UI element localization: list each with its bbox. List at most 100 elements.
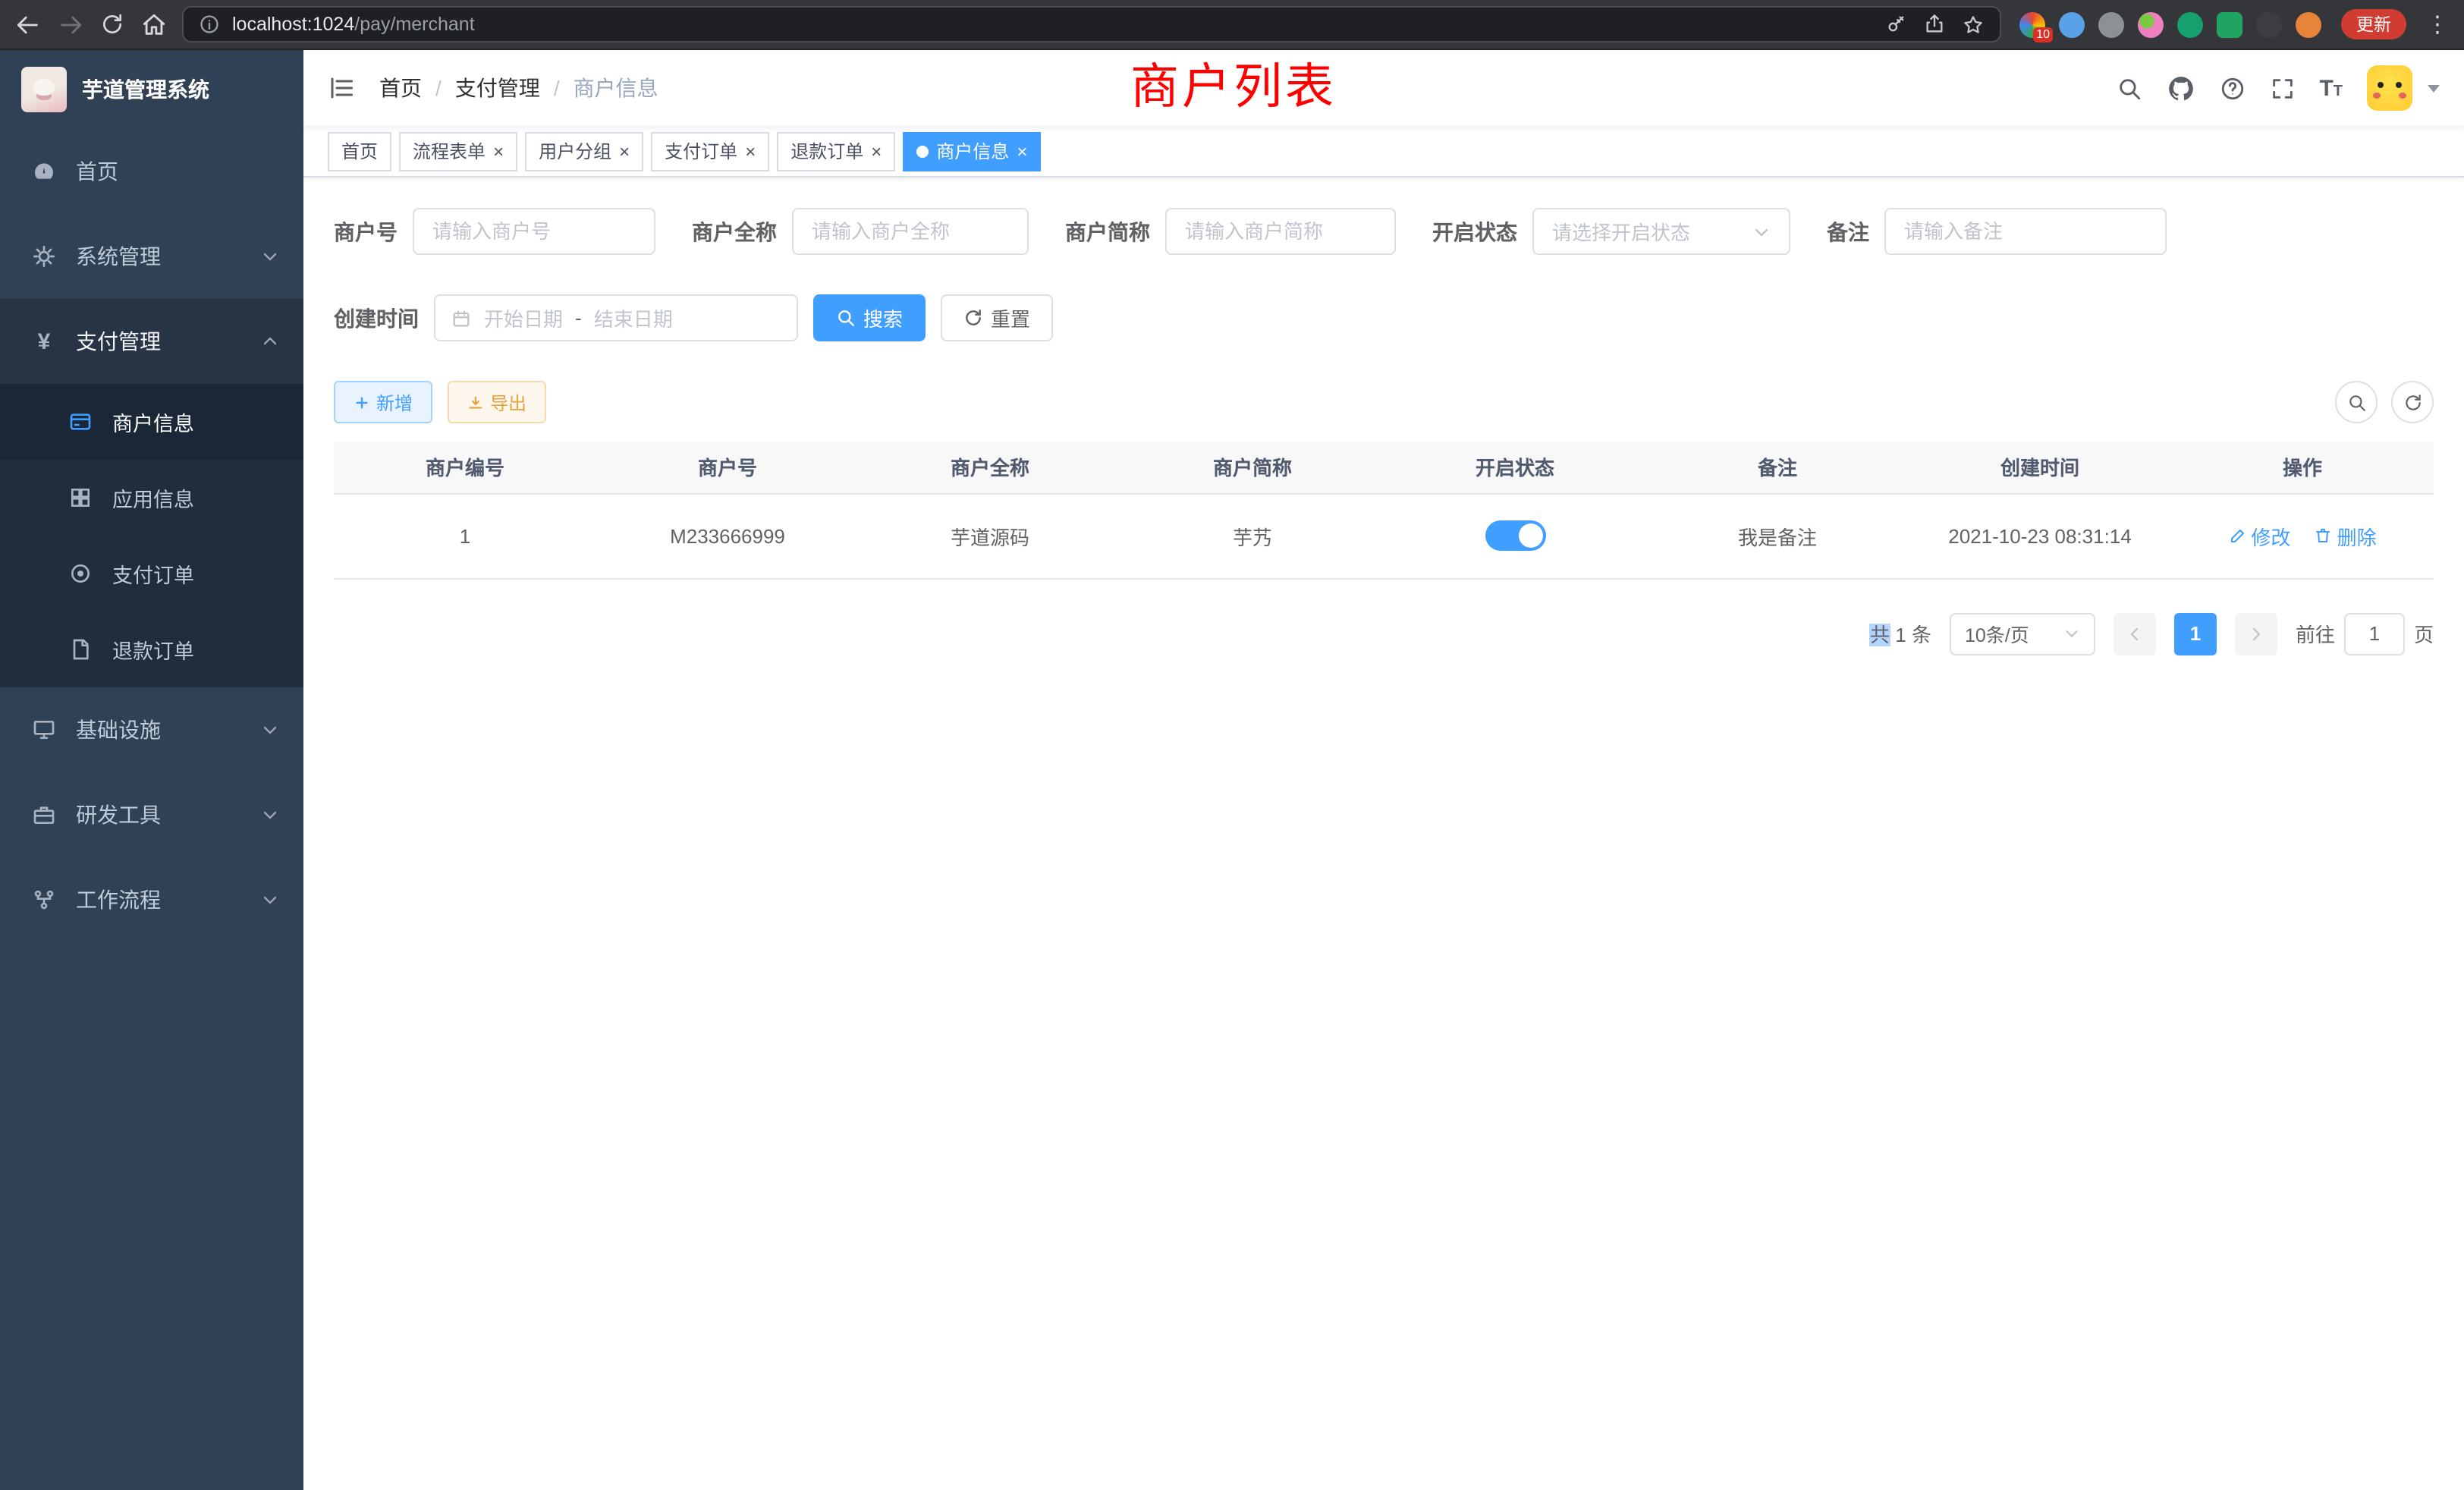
dashboard-icon	[30, 159, 58, 184]
tab-close-icon[interactable]: ×	[619, 142, 630, 160]
url-text: localhost:1024/pay/merchant	[232, 14, 1874, 35]
extension-gray-icon[interactable]	[2098, 11, 2124, 37]
status-toggle[interactable]	[1485, 520, 1545, 551]
sidebar-item-refund-order[interactable]: 退款订单	[0, 611, 303, 687]
key-icon[interactable]	[1886, 14, 1907, 35]
hamburger-icon[interactable]	[328, 74, 355, 102]
col-header: 操作	[2171, 442, 2434, 493]
extension-green-icon[interactable]	[2177, 11, 2203, 37]
goto-page-input[interactable]	[2344, 612, 2405, 655]
avatar[interactable]	[2367, 65, 2412, 111]
tab-close-icon[interactable]: ×	[1017, 142, 1027, 160]
edit-icon	[2228, 527, 2246, 545]
share-icon[interactable]	[1924, 14, 1945, 35]
remark-input[interactable]	[1884, 208, 2167, 255]
tab-close-icon[interactable]: ×	[493, 142, 504, 160]
url-host: localhost:1024	[232, 14, 354, 35]
forward-icon[interactable]	[58, 11, 83, 37]
tab-process-form[interactable]: 流程表单 ×	[399, 131, 517, 171]
extension-square-icon[interactable]	[2217, 11, 2242, 37]
breadcrumb-separator: /	[435, 76, 442, 100]
refresh-icon	[963, 308, 983, 328]
toggle-search-button[interactable]	[2335, 381, 2378, 423]
toggle-knob	[1518, 523, 1542, 548]
tab-user-group[interactable]: 用户分组 ×	[525, 131, 643, 171]
tab-home[interactable]: 首页	[328, 131, 391, 171]
status-select[interactable]: 请选择开启状态	[1532, 208, 1790, 255]
tab-pay-order[interactable]: 支付订单 ×	[651, 131, 769, 171]
breadcrumb-home[interactable]: 首页	[379, 73, 422, 103]
extension-orange-icon[interactable]	[2296, 11, 2321, 37]
sidebar-item-workflow[interactable]: 工作流程	[0, 857, 303, 942]
sidebar-item-app-info[interactable]: 应用信息	[0, 460, 303, 536]
search-button[interactable]: 搜索	[813, 294, 926, 341]
bookmark-icon[interactable]	[1962, 13, 1985, 36]
prev-page-button[interactable]	[2114, 612, 2156, 655]
search-form-row-2: 创建时间 开始日期 - 结束日期 搜索 重置	[334, 294, 2434, 341]
search-icon[interactable]	[2116, 75, 2142, 101]
fullscreen-icon[interactable]	[2269, 75, 2295, 101]
refresh-icon	[2403, 392, 2422, 412]
reset-button[interactable]: 重置	[941, 294, 1053, 341]
tab-refund-order[interactable]: 退款订单 ×	[777, 131, 895, 171]
browser-update-button[interactable]: 更新	[2341, 9, 2406, 39]
info-icon[interactable]	[199, 14, 220, 35]
pagination: 共 1 条 10条/页 1 前往 页	[334, 612, 2434, 655]
add-button[interactable]: 新增	[334, 381, 432, 423]
export-button[interactable]: 导出	[448, 381, 546, 423]
breadcrumb-payment[interactable]: 支付管理	[455, 73, 540, 103]
breadcrumb-separator: /	[554, 76, 560, 100]
cell-merchant-no: M233666999	[596, 493, 859, 578]
caret-down-icon[interactable]	[2428, 84, 2440, 92]
sidebar-item-dev-tools[interactable]: 研发工具	[0, 772, 303, 857]
github-icon[interactable]	[2166, 74, 2195, 102]
sidebar-item-infrastructure[interactable]: 基础设施	[0, 687, 303, 772]
col-header: 商户号	[596, 442, 859, 493]
extension-pinwheel-icon[interactable]: 10	[2019, 11, 2045, 37]
sidebar-item-payment[interactable]: ¥ 支付管理	[0, 299, 303, 384]
extension-pink-icon[interactable]	[2138, 11, 2164, 37]
app: 芋道管理系统 首页 系统管理	[0, 50, 2464, 1490]
extension-dark-icon[interactable]	[2256, 11, 2282, 37]
sidebar-item-home[interactable]: 首页	[0, 129, 303, 214]
merchant-table: 商户编号 商户号 商户全称 商户简称 开启状态 备注 创建时间 操作 1	[334, 442, 2434, 579]
page-number-button[interactable]: 1	[2174, 612, 2217, 655]
merchant-no-input[interactable]	[413, 208, 655, 255]
tab-merchant-info[interactable]: 商户信息 ×	[903, 131, 1041, 171]
menu-dots-icon[interactable]: ⋮	[2426, 11, 2449, 37]
payment-submenu: 商户信息 应用信息 支付订单	[0, 384, 303, 687]
delete-icon	[2315, 527, 2333, 545]
address-bar[interactable]: localhost:1024/pay/merchant	[182, 6, 2001, 42]
refresh-table-button[interactable]	[2391, 381, 2434, 423]
table-toolbar-right	[2335, 381, 2434, 423]
short-name-input[interactable]	[1165, 208, 1396, 255]
back-icon[interactable]	[15, 11, 41, 37]
url-path: /pay/merchant	[354, 14, 474, 35]
home-icon[interactable]	[141, 11, 167, 37]
cell-status	[1384, 493, 1646, 578]
sidebar-item-merchant-info[interactable]: 商户信息	[0, 384, 303, 460]
sidebar-item-pay-order[interactable]: 支付订单	[0, 536, 303, 611]
help-icon[interactable]	[2219, 75, 2245, 101]
chevron-up-icon	[261, 332, 279, 350]
edit-link[interactable]: 修改	[2228, 521, 2290, 550]
sidebar-item-label: 支付管理	[76, 326, 161, 357]
font-size-icon[interactable]: TT	[2319, 77, 2343, 99]
sidebar-item-system[interactable]: 系统管理	[0, 214, 303, 299]
create-time-range[interactable]: 开始日期 - 结束日期	[434, 294, 798, 341]
grid-icon	[67, 486, 94, 510]
tab-label: 首页	[341, 138, 378, 164]
search-icon	[836, 308, 856, 328]
reload-icon[interactable]	[100, 12, 124, 36]
next-page-button[interactable]	[2235, 612, 2277, 655]
field-create-time: 创建时间 开始日期 - 结束日期	[334, 294, 798, 341]
date-separator: -	[575, 306, 582, 329]
tab-close-icon[interactable]: ×	[745, 142, 756, 160]
full-name-input[interactable]	[792, 208, 1029, 255]
sidebar-logo[interactable]: 芋道管理系统	[0, 50, 303, 129]
chevron-down-icon	[261, 891, 279, 909]
extension-blue-icon[interactable]	[2059, 11, 2085, 37]
page-size-select[interactable]: 10条/页	[1950, 612, 2095, 655]
delete-link[interactable]: 删除	[2315, 521, 2377, 550]
tab-close-icon[interactable]: ×	[871, 142, 882, 160]
